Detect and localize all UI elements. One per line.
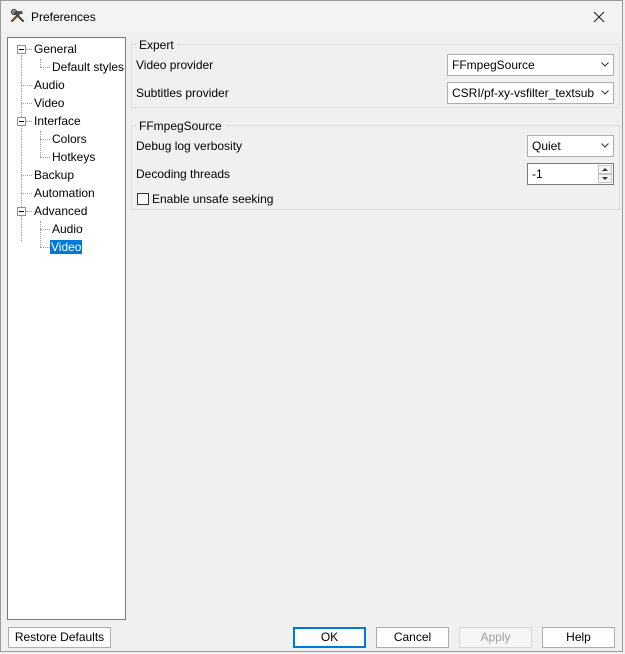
close-button[interactable]: [576, 1, 622, 32]
tree-item-advanced[interactable]: Advanced: [33, 202, 88, 220]
subtitles-provider-select[interactable]: CSRI/pf-xy-vsfilter_textsub: [447, 82, 614, 104]
debug-log-label: Debug log verbosity: [136, 139, 243, 153]
help-button[interactable]: Help: [542, 627, 615, 648]
tree-item-advanced-audio[interactable]: Audio: [51, 220, 84, 238]
collapse-advanced-icon[interactable]: [17, 207, 26, 216]
cancel-button[interactable]: Cancel: [376, 627, 449, 648]
tree-item-hotkeys[interactable]: Hotkeys: [51, 148, 96, 166]
ok-button[interactable]: OK: [293, 627, 366, 648]
video-provider-label: Video provider: [136, 58, 214, 72]
video-provider-select[interactable]: FFmpegSource: [447, 54, 614, 76]
ffmpegsource-group-title: FFmpegSource: [136, 119, 225, 133]
chevron-down-icon: [601, 90, 609, 95]
subtitles-provider-label: Subtitles provider: [136, 86, 229, 100]
collapse-general-icon[interactable]: [17, 45, 26, 54]
tree-item-general[interactable]: General: [33, 40, 78, 58]
tree-item-advanced-video[interactable]: Video: [50, 238, 83, 256]
tree-item-interface[interactable]: Interface: [33, 112, 82, 130]
debug-log-select[interactable]: Quiet: [527, 135, 614, 157]
tree-item-default-styles[interactable]: Default styles: [51, 58, 125, 76]
chevron-down-icon: [601, 62, 609, 67]
restore-defaults-button[interactable]: Restore Defaults: [8, 627, 111, 648]
chevron-down-icon: [601, 143, 609, 148]
close-icon: [593, 11, 605, 22]
apply-button[interactable]: Apply: [459, 627, 532, 648]
tree-item-colors[interactable]: Colors: [51, 130, 88, 148]
window-title: Preferences: [31, 10, 96, 24]
unsafe-seeking-checkbox[interactable]: [137, 193, 149, 205]
unsafe-seeking-label: Enable unsafe seeking: [152, 192, 274, 206]
preferences-tree[interactable]: General Default styles Audio Video Inter…: [7, 37, 126, 620]
collapse-interface-icon[interactable]: [17, 117, 26, 126]
title-bar: Preferences: [1, 1, 622, 32]
hammer-wrench-icon: [10, 8, 26, 24]
decoding-threads-spinner[interactable]: -1: [527, 163, 614, 185]
decoding-threads-label: Decoding threads: [136, 167, 231, 181]
preferences-window: Preferences General Default styles Audio…: [0, 0, 623, 652]
spin-up-button[interactable]: [598, 165, 612, 174]
expert-group-title: Expert: [136, 38, 177, 52]
tree-item-backup[interactable]: Backup: [33, 166, 75, 184]
spin-down-button[interactable]: [598, 174, 612, 183]
tree-item-automation[interactable]: Automation: [33, 184, 96, 202]
tree-item-audio[interactable]: Audio: [33, 76, 66, 94]
tree-item-video[interactable]: Video: [33, 94, 65, 112]
